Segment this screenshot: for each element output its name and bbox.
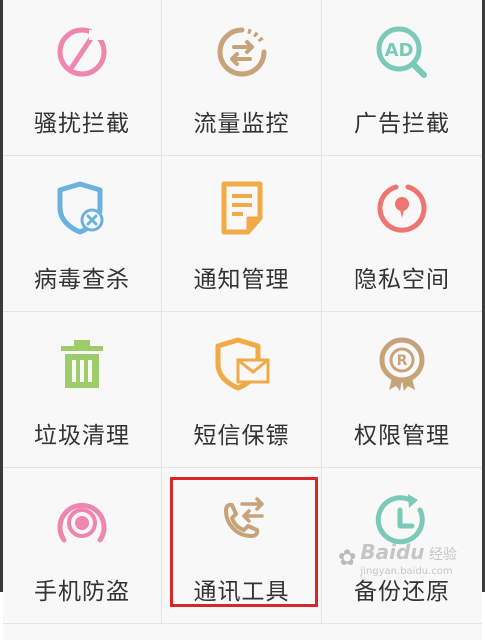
block-icon bbox=[52, 22, 112, 82]
paw-icon: ✿ bbox=[337, 546, 357, 571]
watermark-text: Baidu 经验 jingyan.baidu.com bbox=[360, 540, 457, 577]
tile-traffic-monitor[interactable]: 流量监控 bbox=[162, 0, 322, 156]
tile-junk-cleanup[interactable]: 垃圾清理 bbox=[3, 312, 162, 468]
watermark-sub: 经验 bbox=[429, 547, 457, 563]
traffic-icon bbox=[212, 22, 272, 82]
tile-sms-guard[interactable]: 短信保镖 bbox=[162, 312, 322, 468]
tile-private-space[interactable]: 隐私空间 bbox=[322, 156, 482, 312]
tile-label: 垃圾清理 bbox=[34, 423, 130, 449]
permission-icon: R bbox=[372, 334, 432, 394]
svg-text:R: R bbox=[397, 353, 408, 369]
watermark-url: jingyan.baidu.com bbox=[360, 566, 453, 577]
tile-ad-block[interactable]: AD 广告拦截 bbox=[322, 0, 482, 156]
tile-label: 广告拦截 bbox=[354, 111, 450, 137]
sms-shield-icon bbox=[212, 334, 272, 394]
tile-notification-manager[interactable]: 通知管理 bbox=[162, 156, 322, 312]
tile-label: 隐私空间 bbox=[354, 267, 450, 293]
tile-label: 骚扰拦截 bbox=[34, 111, 130, 137]
tile-anti-theft[interactable]: 手机防盗 bbox=[3, 468, 162, 624]
shield-virus-icon bbox=[52, 178, 112, 238]
ad-search-icon: AD bbox=[372, 22, 432, 82]
tile-label: 通讯工具 bbox=[193, 579, 290, 605]
antitheft-icon bbox=[52, 490, 112, 550]
tile-communication-tools[interactable]: 通讯工具 bbox=[162, 468, 322, 624]
tile-label: 权限管理 bbox=[354, 423, 450, 449]
privacy-icon bbox=[372, 178, 432, 238]
call-tools-icon bbox=[212, 490, 272, 550]
trash-icon bbox=[52, 334, 112, 394]
tile-label: 病毒查杀 bbox=[34, 267, 130, 293]
tile-label: 通知管理 bbox=[193, 267, 290, 293]
tile-permission-manager[interactable]: R 权限管理 bbox=[322, 312, 482, 468]
watermark: ✿ Baidu 经验 jingyan.baidu.com bbox=[338, 540, 457, 577]
tile-harassment-block[interactable]: 骚扰拦截 bbox=[3, 0, 162, 156]
tile-label: 备份还原 bbox=[354, 579, 450, 605]
document-icon bbox=[212, 178, 272, 238]
tile-label: 短信保镖 bbox=[193, 423, 290, 449]
svg-text:AD: AD bbox=[385, 40, 414, 61]
tile-label: 手机防盗 bbox=[34, 579, 130, 605]
tile-label: 流量监控 bbox=[193, 111, 290, 137]
tile-virus-scan[interactable]: 病毒查杀 bbox=[3, 156, 162, 312]
watermark-brand: Baidu bbox=[360, 540, 425, 564]
